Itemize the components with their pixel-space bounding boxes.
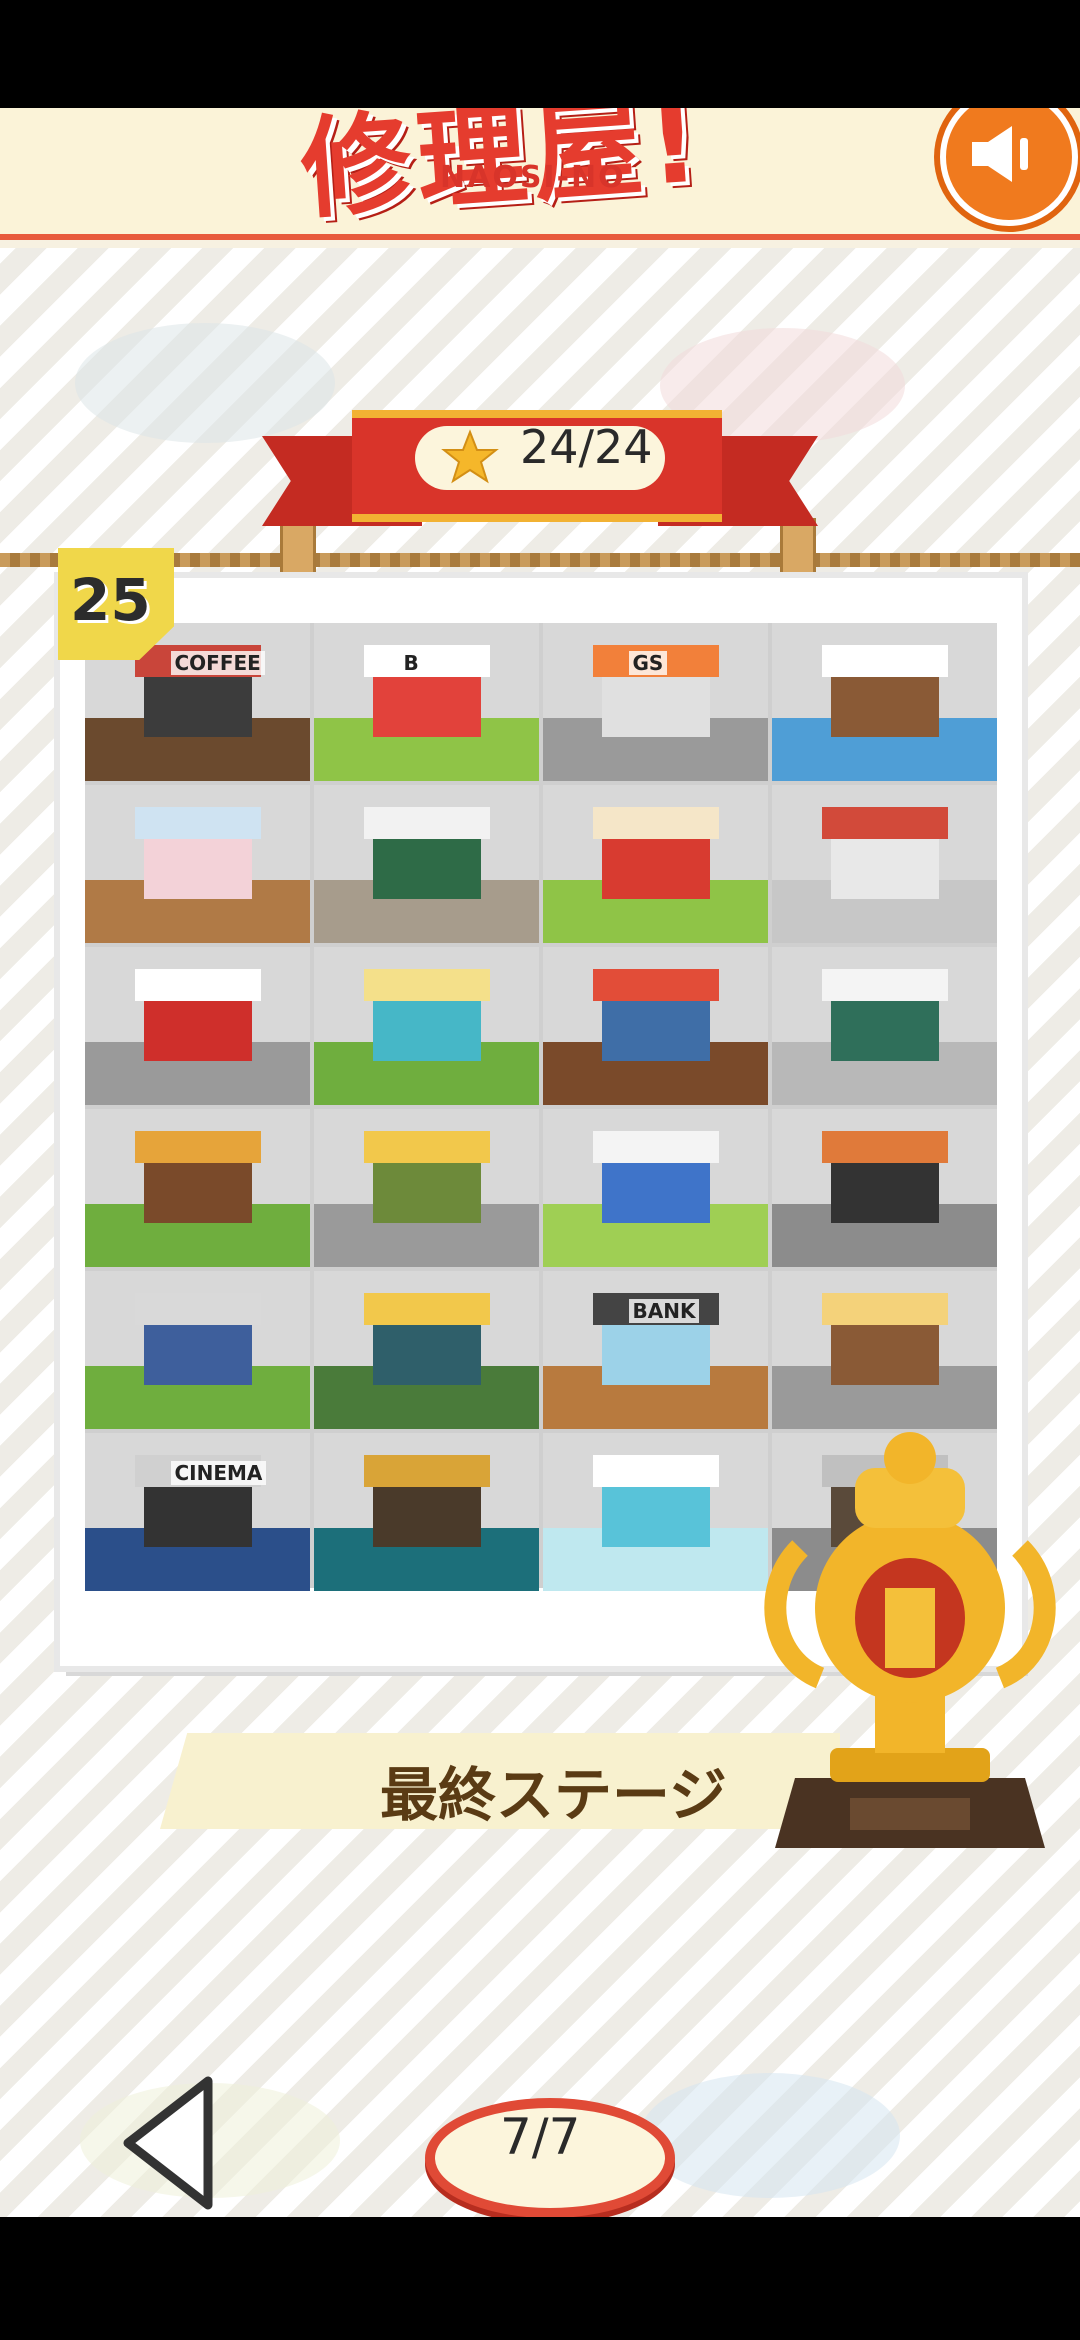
- stage-tile-gas-station[interactable]: GS: [543, 623, 768, 781]
- tile-roof: [592, 807, 719, 839]
- tile-roof: [821, 807, 948, 839]
- stage-tile-arcade[interactable]: [85, 785, 310, 943]
- page-indicator: 7/7: [500, 2108, 581, 2166]
- stage-tile-flower-shop[interactable]: [314, 785, 539, 943]
- tile-sign: GS: [628, 651, 668, 676]
- tile-roof: [592, 1131, 719, 1163]
- stage-tile-record-shop[interactable]: [314, 1433, 539, 1591]
- star-count: 24/24: [520, 420, 653, 474]
- tile-roof: [134, 807, 261, 839]
- tile-roof: [592, 969, 719, 1001]
- stage-tile-market-stand[interactable]: [772, 947, 997, 1105]
- stage-tile-burger-shop[interactable]: B: [314, 623, 539, 781]
- speaker-icon: [972, 126, 1028, 182]
- tile-roof: [821, 645, 948, 677]
- stage-tile-apartment[interactable]: [85, 1271, 310, 1429]
- sound-button[interactable]: [940, 108, 1078, 226]
- tile-roof: [363, 645, 490, 677]
- navigation-bar: [0, 2217, 1080, 2340]
- tile-roof: [592, 1455, 719, 1487]
- tile-sign: CINEMA: [170, 1461, 267, 1486]
- stage-tile-festival-stalls[interactable]: [543, 947, 768, 1105]
- tile-sign: B: [399, 651, 423, 676]
- tile-roof: [363, 807, 490, 839]
- stage-number: 25: [70, 566, 151, 634]
- stage-tile-power-station[interactable]: [314, 947, 539, 1105]
- star-icon: [441, 429, 499, 484]
- stage-tile-bank[interactable]: BANK: [543, 1271, 768, 1429]
- status-bar: [0, 0, 1080, 108]
- stage-tile-egg-factory[interactable]: [543, 1109, 768, 1267]
- tile-roof: [363, 1455, 490, 1487]
- tile-roof: [821, 969, 948, 1001]
- background-building-left: [75, 323, 335, 443]
- stage-tile-cashier-shop[interactable]: [772, 785, 997, 943]
- tile-roof: [134, 1293, 261, 1325]
- stage-tile-train-diner[interactable]: [772, 1271, 997, 1429]
- tile-sign: BANK: [628, 1299, 700, 1324]
- stage-tile-christmas-house[interactable]: [772, 623, 997, 781]
- game-screen: 修理屋! NAOSI-NO 24/24 COFFEE B GS BANK CINEMA …: [0, 108, 1080, 2217]
- stage-tile-aquarium[interactable]: [543, 1433, 768, 1591]
- stage-tile-barn-house[interactable]: [85, 1109, 310, 1267]
- tile-sign: COFFEE: [170, 651, 265, 676]
- app-subtitle: NAOSI-NO: [440, 160, 626, 195]
- tile-roof: [363, 1131, 490, 1163]
- stage-tile-circus-tent[interactable]: [543, 785, 768, 943]
- stage-tile-post-office[interactable]: [85, 947, 310, 1105]
- tile-roof: [134, 969, 261, 1001]
- final-stage-label: 最終ステージ: [380, 1761, 727, 1829]
- background-building-bottom-right: [640, 2073, 900, 2198]
- tile-roof: [363, 1293, 490, 1325]
- trophy-icon: [764, 1432, 1056, 1848]
- stage-tile-cinema[interactable]: CINEMA: [85, 1433, 310, 1591]
- stage-tile-cafe-corner[interactable]: [772, 1109, 997, 1267]
- stage-tile-noodle-shop[interactable]: [314, 1109, 539, 1267]
- stage-tile-bathhouse[interactable]: [314, 1271, 539, 1429]
- tile-roof: [821, 1131, 948, 1163]
- tile-roof: [821, 1293, 948, 1325]
- tile-roof: [363, 969, 490, 1001]
- arrow-left-icon[interactable]: [120, 2073, 220, 2213]
- app-header: 修理屋! NAOSI-NO: [0, 108, 1080, 234]
- tile-roof: [134, 1131, 261, 1163]
